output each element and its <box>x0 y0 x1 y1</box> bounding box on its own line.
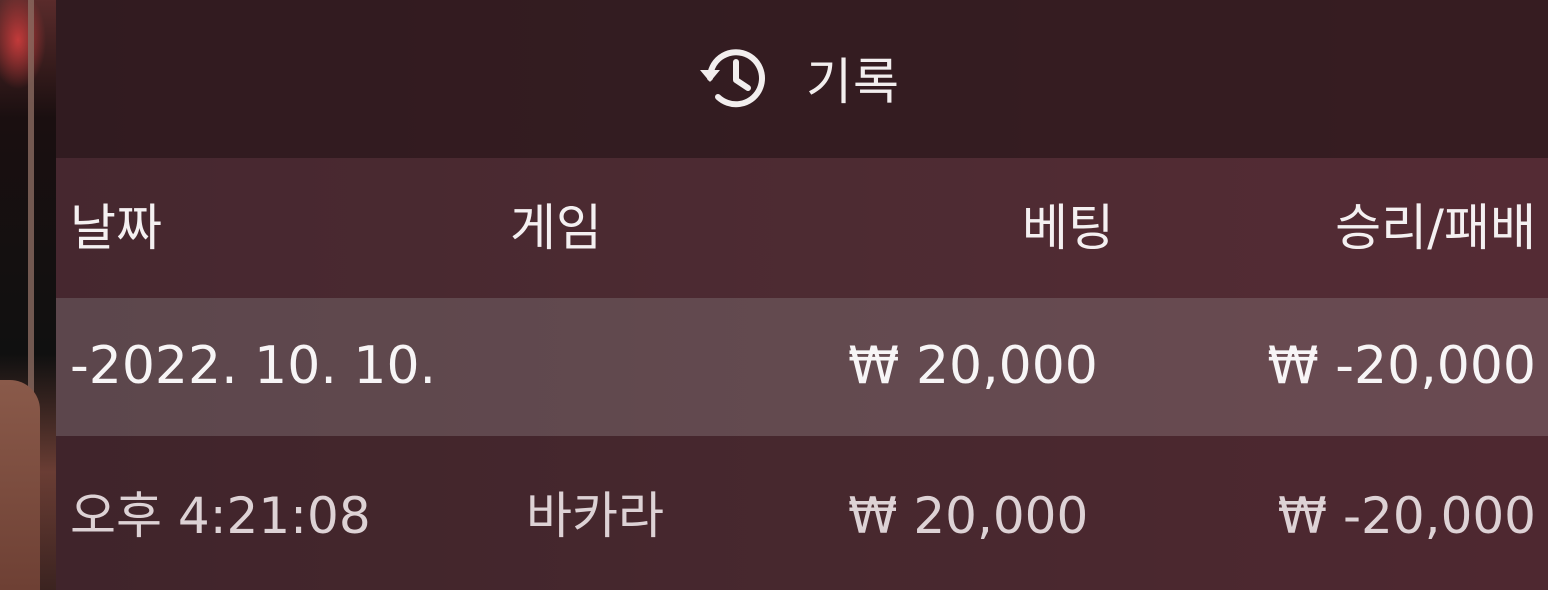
camera-background <box>0 0 60 590</box>
panel-header: 기록 <box>56 0 1548 158</box>
background-person <box>0 380 40 590</box>
panel-title-text: 기록 <box>806 53 900 111</box>
row-win-loss: ₩ -20,000 <box>1277 487 1536 545</box>
history-panel: 기록 날짜 게임 베팅 승리/패배 -2022. 10. 10. ₩ 20,00… <box>56 0 1548 590</box>
table-row: 오후 4:21:08 바카라 ₩ 20,000 ₩ -20,000 <box>56 436 1548 590</box>
row-game: 바카라 <box>526 487 664 545</box>
history-icon <box>696 40 772 116</box>
row-bet: ₩ 20,000 <box>848 487 1089 545</box>
row-bet: ₩ 20,000 <box>848 336 1098 396</box>
row-win-loss: ₩ -20,000 <box>1267 336 1536 396</box>
table-row: -2022. 10. 10. ₩ 20,000 ₩ -20,000 <box>56 298 1548 436</box>
column-header-win-loss: 승리/패배 <box>1335 199 1536 257</box>
screen: 기록 날짜 게임 베팅 승리/패배 -2022. 10. 10. ₩ 20,00… <box>0 0 1548 590</box>
table-header-row: 날짜 게임 베팅 승리/패배 <box>56 158 1548 298</box>
row-time: 오후 4:21:08 <box>70 487 371 545</box>
column-header-bet: 베팅 <box>1022 199 1114 257</box>
column-header-game: 게임 <box>510 199 602 257</box>
panel-title: 기록 <box>696 40 900 116</box>
row-date: -2022. 10. 10. <box>70 336 437 396</box>
column-header-date: 날짜 <box>70 199 162 257</box>
